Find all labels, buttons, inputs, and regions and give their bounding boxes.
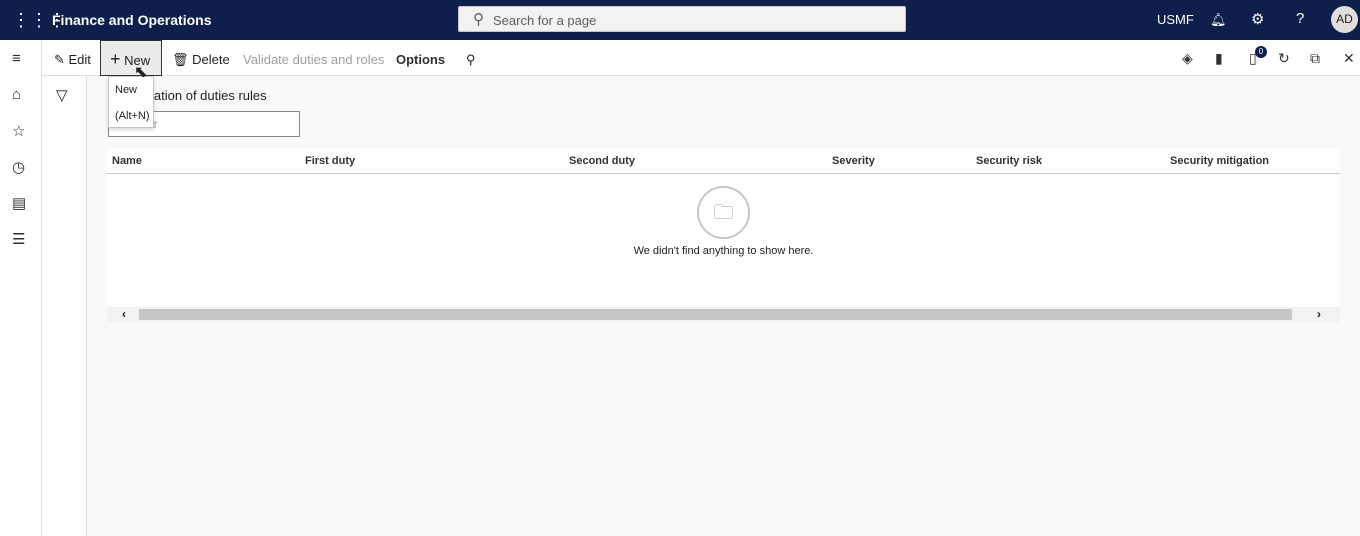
- modules-icon[interactable]: ☰: [12, 230, 25, 248]
- notification-badge: 0: [1255, 46, 1267, 58]
- horizontal-scrollbar[interactable]: ‹ ›: [107, 307, 1340, 322]
- scroll-right-icon[interactable]: ›: [1317, 307, 1321, 321]
- tooltip-label: New: [115, 84, 138, 96]
- clock-icon[interactable]: ◷: [12, 158, 25, 176]
- plus-icon: +: [110, 49, 121, 69]
- action-pane: ✎ Edit + New 🗑︎ Delete Validate duties a…: [42, 40, 1360, 76]
- avatar[interactable]: AD: [1331, 6, 1358, 33]
- filter-pane: ▽: [42, 76, 87, 536]
- data-grid: Name First duty Second duty Severity Sec…: [107, 148, 1340, 322]
- open-new-window-icon[interactable]: ⧉: [1310, 50, 1320, 67]
- column-header-second-duty[interactable]: Second duty: [569, 155, 635, 167]
- delete-button[interactable]: 🗑︎ Delete: [172, 52, 230, 68]
- nav-pane: ≡ ⌂ ☆ ◷ ▤ ☰: [0, 40, 42, 536]
- edit-label: Edit: [68, 52, 91, 67]
- search-input[interactable]: ⚲ Search for a page: [458, 6, 906, 32]
- new-tooltip: New (Alt+N): [108, 76, 154, 128]
- app-title: Finance and Operations: [52, 12, 212, 28]
- tooltip-shortcut: (Alt+N): [115, 110, 150, 122]
- column-header-severity[interactable]: Severity: [832, 155, 875, 167]
- column-header-security-mitigation[interactable]: Security mitigation: [1170, 155, 1269, 167]
- search-icon: ⚲: [473, 11, 484, 28]
- power-apps-icon[interactable]: ◈: [1182, 50, 1193, 67]
- column-header-security-risk[interactable]: Security risk: [976, 155, 1042, 167]
- home-icon[interactable]: ⌂: [12, 86, 21, 103]
- column-header-first-duty[interactable]: First duty: [305, 155, 355, 167]
- search-placeholder: Search for a page: [493, 13, 597, 28]
- edit-button[interactable]: ✎ Edit: [54, 52, 91, 68]
- star-icon[interactable]: ☆: [12, 122, 25, 140]
- refresh-icon[interactable]: ↻: [1278, 50, 1290, 67]
- help-icon[interactable]: ?: [1296, 10, 1304, 27]
- scrollbar-thumb[interactable]: [139, 309, 1292, 320]
- empty-message: We didn't find anything to show here.: [633, 245, 814, 257]
- validate-button[interactable]: Validate duties and roles: [243, 52, 384, 67]
- grid-header: Name First duty Second duty Severity Sec…: [107, 148, 1340, 174]
- options-tab[interactable]: Options: [396, 52, 445, 67]
- bell-icon[interactable]: 🔔︎: [1210, 12, 1227, 28]
- workspaces-icon[interactable]: ▤: [12, 194, 26, 212]
- mouse-cursor-icon: ⬉: [134, 64, 148, 81]
- search-icon[interactable]: ⚲: [466, 52, 476, 68]
- column-header-name[interactable]: Name: [112, 155, 142, 167]
- filter-icon[interactable]: ▽: [56, 86, 68, 104]
- company-picker[interactable]: USMF: [1157, 12, 1194, 27]
- delete-label: Delete: [192, 52, 230, 67]
- close-icon[interactable]: ✕: [1343, 50, 1355, 67]
- gear-icon[interactable]: ⚙: [1251, 10, 1264, 28]
- hamburger-icon[interactable]: ≡: [12, 50, 21, 67]
- scroll-left-icon[interactable]: ‹: [122, 307, 126, 321]
- empty-folder-icon: 🗀: [697, 186, 750, 239]
- office-icon[interactable]: ▮: [1215, 50, 1223, 67]
- top-bar: ⋮⋮⋮ Finance and Operations ⚲ Search for a…: [0, 0, 1360, 40]
